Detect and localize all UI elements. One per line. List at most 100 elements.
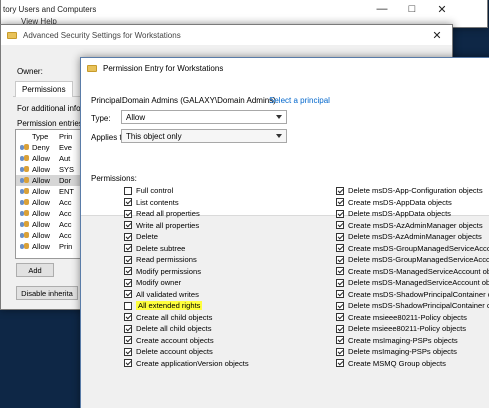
permission-item[interactable]: Create msDS-GroupManagedServiceAccount o… <box>336 243 489 255</box>
permission-checkbox[interactable] <box>124 347 132 356</box>
permission-item[interactable]: Read all properties <box>124 208 249 220</box>
permission-label: List contents <box>136 197 179 207</box>
permission-checkbox[interactable] <box>336 221 344 230</box>
permission-checkbox[interactable] <box>336 209 344 218</box>
permission-checkbox[interactable] <box>336 232 344 241</box>
permission-item[interactable]: Create msDS-AppData objects <box>336 197 489 209</box>
permission-checkbox[interactable] <box>336 336 344 345</box>
permission-checkbox[interactable] <box>336 301 344 310</box>
permission-checkbox[interactable] <box>336 255 344 264</box>
permission-checkbox[interactable] <box>124 301 132 310</box>
permission-item[interactable]: Full control <box>124 185 249 197</box>
permission-label: Read permissions <box>136 255 197 265</box>
permission-item[interactable]: Delete msImaging-PSPs objects <box>336 346 489 358</box>
minimize-icon[interactable]: — <box>367 0 397 19</box>
user-group-icon <box>19 188 29 195</box>
type-column-header[interactable]: Type <box>32 132 59 141</box>
permission-checkbox[interactable] <box>336 278 344 287</box>
advanced-security-title: Advanced Security Settings for Workstati… <box>23 30 181 40</box>
permission-label: Delete msDS-App-Configuration objects <box>348 186 483 196</box>
permission-item[interactable]: Create all child objects <box>124 312 249 324</box>
permission-checkbox[interactable] <box>336 267 344 276</box>
permissions-label: Permissions: <box>91 174 137 183</box>
entry-type: Allow <box>32 242 50 251</box>
permission-checkbox[interactable] <box>124 186 132 195</box>
permission-checkbox[interactable] <box>336 186 344 195</box>
permission-checkbox[interactable] <box>124 267 132 276</box>
permission-checkbox[interactable] <box>124 336 132 345</box>
permission-checkbox[interactable] <box>124 324 132 333</box>
folder-icon <box>7 31 17 39</box>
tab-permissions[interactable]: Permissions <box>15 81 73 97</box>
permission-item[interactable]: List contents <box>124 197 249 209</box>
permission-checkbox[interactable] <box>124 278 132 287</box>
applies-to-select[interactable]: This object only <box>121 129 287 143</box>
permission-label: All validated writes <box>136 289 199 299</box>
permission-item[interactable]: Modify owner <box>124 277 249 289</box>
permission-label: Create account objects <box>136 335 214 345</box>
permission-item[interactable]: Delete all child objects <box>124 323 249 335</box>
permission-item[interactable]: All validated writes <box>124 289 249 301</box>
maximize-icon[interactable]: □ <box>397 0 427 19</box>
principal-value: Domain Admins (GALAXY\Domain Admins) <box>122 96 276 105</box>
permission-checkbox[interactable] <box>124 313 132 322</box>
permission-checkbox[interactable] <box>124 209 132 218</box>
permission-checkbox[interactable] <box>124 221 132 230</box>
permission-item[interactable]: Create msieee80211-Policy objects <box>336 312 489 324</box>
permission-label: Full control <box>136 186 174 196</box>
permission-checkbox[interactable] <box>336 359 344 368</box>
user-group-icon <box>19 221 29 228</box>
user-group-icon <box>19 155 29 162</box>
permission-checkbox[interactable] <box>124 198 132 207</box>
permission-checkbox[interactable] <box>336 313 344 322</box>
permission-item[interactable]: Delete subtree <box>124 243 249 255</box>
entry-principal: Acc <box>59 220 72 229</box>
permission-checkbox[interactable] <box>124 359 132 368</box>
permission-label: Delete account objects <box>136 347 213 357</box>
permission-item[interactable]: Modify permissions <box>124 266 249 278</box>
permission-checkbox[interactable] <box>124 290 132 299</box>
permission-item[interactable]: Create MSMQ Group objects <box>336 358 489 370</box>
permission-item[interactable]: Write all properties <box>124 220 249 232</box>
permission-item[interactable]: Create account objects <box>124 335 249 347</box>
permission-label: Create msDS-AppData objects <box>348 197 452 207</box>
permission-checkbox[interactable] <box>124 244 132 253</box>
disable-inheritance-button[interactable]: Disable inherita <box>16 286 78 300</box>
close-icon[interactable]: ✕ <box>427 0 457 19</box>
add-button[interactable]: Add <box>16 263 54 277</box>
permission-checkbox[interactable] <box>336 198 344 207</box>
permission-item[interactable]: Create msImaging-PSPs objects <box>336 335 489 347</box>
entry-principal: Prin <box>59 242 73 251</box>
permission-item[interactable]: Delete msDS-ManagedServiceAccount object… <box>336 277 489 289</box>
permission-item[interactable]: Delete msDS-App-Configuration objects <box>336 185 489 197</box>
permission-checkbox[interactable] <box>336 347 344 356</box>
permission-item[interactable]: Create msDS-ShadowPrincipalContainer obj… <box>336 289 489 301</box>
principal-column-header[interactable]: Prin <box>59 132 79 141</box>
permission-item[interactable]: Delete msDS-AzAdminManager objects <box>336 231 489 243</box>
close-icon[interactable]: ✕ <box>422 25 452 45</box>
entry-principal: Aut <box>59 154 71 163</box>
type-select-value: Allow <box>126 112 146 122</box>
permission-item[interactable]: Read permissions <box>124 254 249 266</box>
entry-type: Deny <box>32 143 50 152</box>
permission-checkbox[interactable] <box>336 290 344 299</box>
permission-item[interactable]: Create msDS-ManagedServiceAccount object… <box>336 266 489 278</box>
permission-item[interactable]: Delete <box>124 231 249 243</box>
permission-item[interactable]: Delete account objects <box>124 346 249 358</box>
permission-item[interactable]: Delete msDS-GroupManagedServiceAccount o… <box>336 254 489 266</box>
permission-checkbox[interactable] <box>124 232 132 241</box>
permission-item[interactable]: Delete msDS-AppData objects <box>336 208 489 220</box>
permission-item[interactable]: Delete msieee80211-Policy objects <box>336 323 489 335</box>
type-select[interactable]: Allow <box>121 110 287 124</box>
permission-item[interactable]: Create msDS-AzAdminManager objects <box>336 220 489 232</box>
permission-checkbox[interactable] <box>336 324 344 333</box>
permission-label: Create msDS-AzAdminManager objects <box>348 220 483 230</box>
entry-type: Allow <box>32 198 50 207</box>
permission-checkbox[interactable] <box>124 255 132 264</box>
permission-item[interactable]: All extended rights <box>124 300 249 312</box>
permission-item[interactable]: Delete msDS-ShadowPrincipalContainer obj… <box>336 300 489 312</box>
permission-checkbox[interactable] <box>336 244 344 253</box>
user-group-icon <box>19 177 29 184</box>
select-principal-link[interactable]: Select a principal <box>269 96 330 105</box>
permission-item[interactable]: Create applicationVersion objects <box>124 358 249 370</box>
